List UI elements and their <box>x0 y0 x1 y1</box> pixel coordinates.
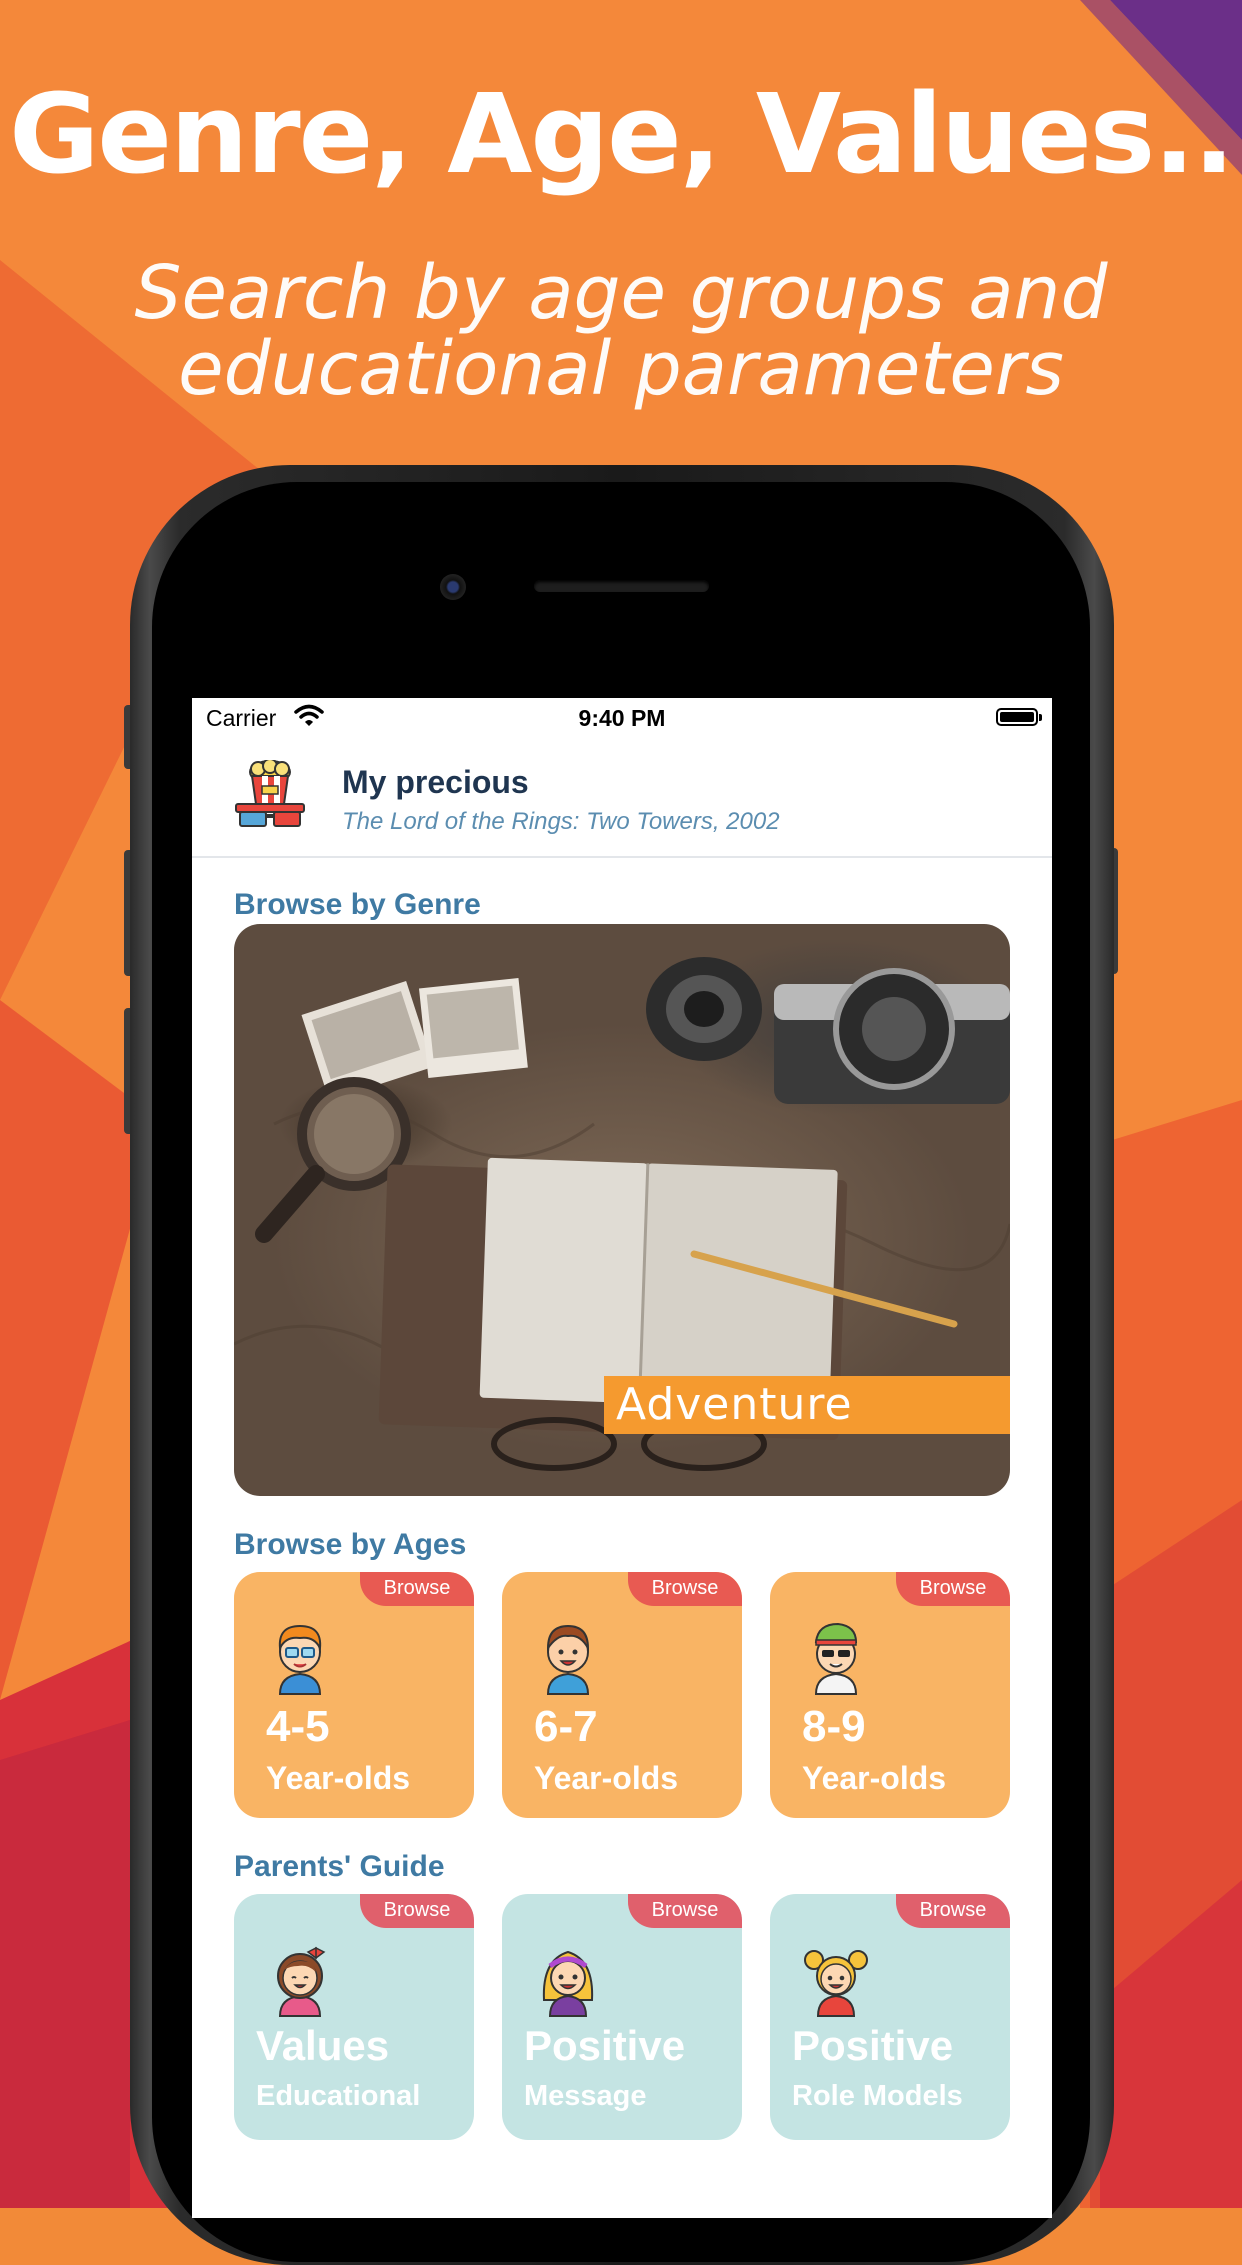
age-range: 4-5 <box>266 1702 330 1751</box>
age-caption: Year-olds <box>802 1760 947 1796</box>
status-time: 9:40 PM <box>578 705 666 731</box>
guide-tile-values[interactable]: Browse Values Educational <box>234 1894 474 2140</box>
boy-smiling-icon <box>546 1624 590 1695</box>
guide-title: Positive <box>792 2022 954 2069</box>
battery-icon <box>996 708 1042 726</box>
age-range: 6-7 <box>534 1702 598 1751</box>
age-caption: Year-olds <box>266 1760 411 1796</box>
marketing-subhead: Search by age groups and educational par… <box>0 255 1242 407</box>
subhead-line-1: Search by age groups and <box>134 250 1108 336</box>
browse-badge: Browse <box>896 1894 1010 1928</box>
guide-caption: Educational <box>256 2080 421 2112</box>
guide-caption: Role Models <box>792 2080 963 2112</box>
cinema-popcorn-3d-glasses-icon <box>235 760 305 827</box>
boy-cap-sunglasses-icon <box>814 1622 858 1695</box>
browse-by-genre-title: Browse by Genre <box>234 888 481 921</box>
guide-caption: Message <box>524 2080 647 2112</box>
age-tile-4-5[interactable]: Browse 4-5 Year-olds <box>234 1572 474 1818</box>
status-bar: Carrier 9:40 PM <box>192 698 1052 738</box>
guide-tile-positive-role-models[interactable]: Browse Positive Role Models <box>770 1894 1010 2140</box>
app-screen: Carrier 9:40 PM My precious The Lord of … <box>192 698 1052 2218</box>
age-caption: Year-olds <box>534 1760 679 1796</box>
girl-pigtails-icon <box>804 1950 868 2017</box>
guide-tile-positive-message[interactable]: Browse Positive Message <box>502 1894 742 2140</box>
guide-title: Positive <box>524 2022 686 2069</box>
app-header[interactable]: My precious The Lord of the Rings: Two T… <box>192 738 1052 858</box>
parents-guide-title: Parents' Guide <box>234 1850 445 1883</box>
genre-card-adventure[interactable]: Adventure <box>234 924 1010 1496</box>
browse-badge: Browse <box>360 1894 474 1928</box>
girl-headband-icon <box>542 1950 594 2017</box>
front-camera <box>440 574 466 600</box>
earpiece-speaker <box>534 580 709 592</box>
browse-badge: Browse <box>896 1572 1010 1606</box>
header-title: My precious <box>342 764 529 800</box>
browse-badge: Browse <box>628 1572 742 1606</box>
age-range: 8-9 <box>802 1702 866 1751</box>
girl-bow-icon <box>277 1946 326 2017</box>
genre-label: Adventure <box>604 1376 1010 1434</box>
age-tile-6-7[interactable]: Browse 6-7 Year-olds <box>502 1572 742 1818</box>
header-subtitle: The Lord of the Rings: Two Towers, 2002 <box>342 808 780 835</box>
guide-title: Values <box>256 2022 390 2069</box>
browse-badge: Browse <box>628 1894 742 1928</box>
age-tile-8-9[interactable]: Browse 8-9 Year-olds <box>770 1572 1010 1818</box>
browse-badge: Browse <box>360 1572 474 1606</box>
marketing-headline: Genre, Age, Values.. <box>9 70 1235 198</box>
subhead-line-2: educational parameters <box>178 326 1064 412</box>
browse-by-ages-title: Browse by Ages <box>234 1528 467 1561</box>
boy-glasses-icon <box>278 1624 322 1695</box>
